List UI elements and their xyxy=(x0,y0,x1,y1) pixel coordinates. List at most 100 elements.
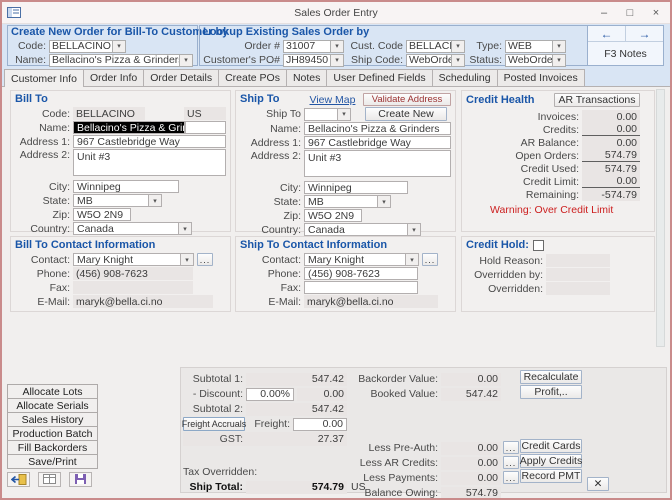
bill-zip-field[interactable]: W5O 2N9 xyxy=(73,208,131,221)
ship-address1-field[interactable]: 967 Castlebridge Way xyxy=(304,136,451,149)
tab-customer-info[interactable]: Customer Info xyxy=(4,69,84,87)
ship-country-field[interactable]: Canada xyxy=(304,223,408,236)
allocate-lots-button[interactable]: Allocate Lots xyxy=(7,384,98,399)
chevron-down-icon[interactable]: ▾ xyxy=(149,194,162,207)
order-number-combo[interactable]: 31007 ▾ xyxy=(283,40,344,53)
chevron-down-icon[interactable]: ▾ xyxy=(452,54,465,67)
record-nav-box: ← → F3 Notes xyxy=(587,25,664,66)
bill-city-field[interactable]: Winnipeg xyxy=(73,180,179,193)
bill-country-field[interactable]: Canada xyxy=(73,222,179,235)
bill-contact-browse-button[interactable]: ... xyxy=(197,253,213,266)
credit-hold-checkbox[interactable] xyxy=(533,240,544,251)
cancel-x-button[interactable]: ✕ xyxy=(587,477,609,491)
chevron-down-icon[interactable]: ▾ xyxy=(408,223,421,236)
ship-to-combo[interactable] xyxy=(304,108,338,121)
close-icon[interactable]: × xyxy=(646,5,666,21)
ship-contact-field[interactable]: Mary Knight xyxy=(304,253,406,266)
view-map-link[interactable]: View Map xyxy=(310,94,356,106)
tab-order-details[interactable]: Order Details xyxy=(143,69,219,86)
customer-po-combo[interactable]: JH89450 ▾ xyxy=(283,54,344,67)
bill-code-label: Code: xyxy=(15,108,73,120)
maximize-icon[interactable]: □ xyxy=(620,5,640,21)
ship-contact-browse-button[interactable]: ... xyxy=(422,253,438,266)
balance-owing-label: Balance Owing: xyxy=(336,487,441,499)
chevron-down-icon[interactable]: ▾ xyxy=(179,222,192,235)
ar-transactions-button[interactable]: AR Transactions xyxy=(554,93,640,107)
tab-create-pos[interactable]: Create POs xyxy=(218,69,287,86)
exit-icon[interactable] xyxy=(7,472,30,487)
credit-cards-button[interactable]: Credit Cards xyxy=(520,439,582,453)
f3-notes-button[interactable]: F3 Notes xyxy=(588,42,663,66)
datasheet-icon[interactable] xyxy=(38,472,61,487)
ship-state-label: State: xyxy=(240,196,304,208)
profit-button[interactable]: Profit,.. xyxy=(520,385,582,399)
chevron-down-icon[interactable]: ▾ xyxy=(338,108,351,121)
bill-name-combo[interactable]: Bellacino's Pizza & Grinders ▾ xyxy=(49,54,193,67)
bill-code-combo[interactable]: BELLACINO ▾ xyxy=(49,40,126,53)
chevron-down-icon[interactable]: ▾ xyxy=(452,40,465,53)
freight-input[interactable]: 0.00 xyxy=(293,418,347,431)
bill-address1-field[interactable]: 967 Castlebridge Way xyxy=(73,135,226,148)
subtotal1-label: Subtotal 1: xyxy=(183,373,246,385)
vertical-scrollbar[interactable] xyxy=(656,89,665,347)
bill-address2-field[interactable]: Unit #3 xyxy=(73,149,226,176)
next-record-icon[interactable]: → xyxy=(626,26,663,41)
chevron-down-icon[interactable]: ▾ xyxy=(406,253,419,266)
fill-backorders-button[interactable]: Fill Backorders xyxy=(7,440,98,455)
tab-user-defined-fields[interactable]: User Defined Fields xyxy=(326,69,432,86)
production-batch-button[interactable]: Production Batch xyxy=(7,426,98,441)
freight-accruals-button[interactable]: Freight Accruals xyxy=(183,417,245,431)
bill-state-field[interactable]: MB xyxy=(73,194,149,207)
bill-contact-field[interactable]: Mary Knight xyxy=(73,253,181,266)
validate-address-button[interactable]: Validate Address xyxy=(363,93,451,106)
payments-browse-button[interactable]: ... xyxy=(503,471,519,484)
tax-overridden-label: Tax Overridden: xyxy=(183,466,260,478)
ship-total-label: Ship Total: xyxy=(183,481,246,493)
ship-fax-field[interactable] xyxy=(304,281,418,294)
tab-notes[interactable]: Notes xyxy=(286,69,327,86)
tab-posted-invoices[interactable]: Posted Invoices xyxy=(497,69,585,86)
preauth-browse-button[interactable]: ... xyxy=(503,441,519,454)
ship-zip-field[interactable]: W5O 2N9 xyxy=(304,209,362,222)
apply-credits-button[interactable]: Apply Credits xyxy=(520,454,582,468)
type-combo[interactable]: WEB ▾ xyxy=(505,40,566,53)
minimize-icon[interactable]: – xyxy=(594,5,614,21)
save-print-button[interactable]: Save/Print xyxy=(7,454,98,469)
bill-name-field-rest[interactable] xyxy=(185,121,226,134)
chevron-down-icon[interactable]: ▾ xyxy=(331,40,344,53)
open-orders-label: Open Orders: xyxy=(466,150,582,162)
chevron-down-icon[interactable]: ▾ xyxy=(180,54,193,67)
chevron-down-icon[interactable]: ▾ xyxy=(553,40,566,53)
tab-order-info[interactable]: Order Info xyxy=(83,69,144,86)
ship-contact-panel: Ship To Contact Information Contact: Mar… xyxy=(235,236,456,312)
chevron-down-icon[interactable]: ▾ xyxy=(331,54,344,67)
ship-code-label: Ship Code: xyxy=(344,54,406,66)
chevron-down-icon[interactable]: ▾ xyxy=(113,40,126,53)
sales-history-button[interactable]: Sales History xyxy=(7,412,98,427)
discount-pct-input[interactable]: 0.00% xyxy=(246,388,294,401)
create-new-button[interactable]: Create New xyxy=(365,107,447,121)
record-pmt-button[interactable]: Record PMT xyxy=(520,469,582,483)
previous-record-icon[interactable]: ← xyxy=(588,26,626,41)
ship-fax-label: Fax: xyxy=(240,282,304,294)
bill-name-field[interactable]: Bellacino's Pizza & Grinders xyxy=(73,121,185,134)
cust-code-combo[interactable]: BELLACINO ▾ xyxy=(406,40,465,53)
ship-total-value: 574.79 xyxy=(246,481,347,494)
bill-contact-title: Bill To Contact Information xyxy=(15,239,230,252)
ship-phone-field[interactable]: (456) 908-7623 xyxy=(304,267,418,280)
ship-name-field[interactable]: Bellacino's Pizza & Grinders xyxy=(304,122,451,135)
ship-code-combo[interactable]: WebOrder ▾ xyxy=(406,54,465,67)
tab-scheduling[interactable]: Scheduling xyxy=(432,69,498,86)
save-icon[interactable] xyxy=(69,472,92,487)
allocate-serials-button[interactable]: Allocate Serials xyxy=(7,398,98,413)
recalculate-button[interactable]: Recalculate xyxy=(520,370,582,384)
chevron-down-icon[interactable]: ▾ xyxy=(181,253,194,266)
status-combo[interactable]: WebOrder ▾ xyxy=(505,54,566,67)
ar-credits-browse-button[interactable]: ... xyxy=(503,456,519,469)
ship-city-field[interactable]: Winnipeg xyxy=(304,181,408,194)
ship-state-field[interactable]: MB xyxy=(304,195,378,208)
chevron-down-icon[interactable]: ▾ xyxy=(553,54,566,67)
chevron-down-icon[interactable]: ▾ xyxy=(378,195,391,208)
ship-address2-field[interactable]: Unit #3 xyxy=(304,150,451,177)
less-payments-label: Less Payments: xyxy=(336,472,441,484)
